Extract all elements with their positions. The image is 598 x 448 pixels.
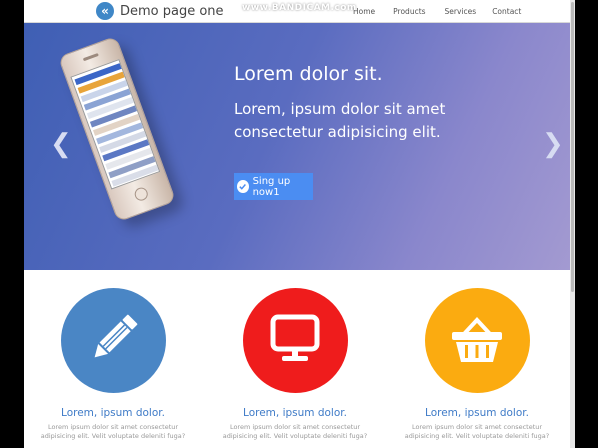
hero-carousel: ❮ ❯ Lorem dolor sit. Lorem, ipsum dolor … bbox=[24, 23, 570, 270]
phone-screen bbox=[70, 59, 161, 190]
features-section: Lorem, ipsum dolor. Lorem ipsum dolor si… bbox=[24, 270, 570, 448]
quote-logo-icon: « bbox=[96, 2, 114, 20]
phone-home-button bbox=[132, 185, 150, 203]
recorder-watermark: www.BANDICAM.com bbox=[242, 3, 357, 13]
signup-button[interactable]: Sing up now1 bbox=[234, 173, 313, 200]
feature-text: Lorem ipsum dolor sit amet consectetur a… bbox=[40, 423, 186, 440]
phone-speaker bbox=[82, 52, 99, 62]
feature-circle bbox=[424, 288, 530, 393]
nav-menu: Home Products Services Contact bbox=[353, 0, 521, 23]
feature-text: Lorem ipsum dolor sit amet consectetur a… bbox=[222, 423, 368, 440]
feature-title: Lorem, ipsum dolor. bbox=[425, 407, 529, 419]
basket-icon bbox=[448, 312, 506, 370]
feature-card: Lorem, ipsum dolor. Lorem ipsum dolor si… bbox=[215, 288, 375, 441]
nav-item-contact[interactable]: Contact bbox=[492, 7, 521, 16]
monitor-icon bbox=[267, 313, 323, 369]
feature-card: Lorem, ipsum dolor. Lorem ipsum dolor si… bbox=[33, 288, 193, 441]
feature-circle bbox=[242, 288, 348, 393]
feature-text: Lorem ipsum dolor sit amet consectetur a… bbox=[404, 423, 550, 440]
feature-circle bbox=[60, 288, 166, 393]
carousel-next-icon[interactable]: ❯ bbox=[542, 129, 564, 159]
signup-button-label: Sing up now1 bbox=[252, 175, 291, 198]
smartphone-image bbox=[57, 35, 177, 223]
feature-card: Lorem, ipsum dolor. Lorem ipsum dolor si… bbox=[397, 288, 557, 441]
carousel-prev-icon[interactable]: ❮ bbox=[50, 129, 72, 159]
nav-item-services[interactable]: Services bbox=[445, 7, 477, 16]
hero-subtitle: Lorem, ipsum dolor sit amet consectetur … bbox=[234, 100, 446, 141]
feature-title: Lorem, ipsum dolor. bbox=[243, 407, 347, 419]
feature-title: Lorem, ipsum dolor. bbox=[61, 407, 165, 419]
check-circle-icon bbox=[237, 180, 249, 193]
brand-name: Demo page one bbox=[120, 3, 224, 19]
hero-title: Lorem dolor sit. bbox=[234, 63, 383, 85]
brand[interactable]: « Demo page one bbox=[96, 1, 224, 21]
scrollbar-thumb[interactable] bbox=[571, 2, 574, 292]
browser-viewport: « Demo page one Home Products Services C… bbox=[0, 0, 598, 448]
web-page: « Demo page one Home Products Services C… bbox=[24, 0, 570, 448]
page-scrollbar[interactable] bbox=[570, 0, 575, 448]
pencil-icon bbox=[83, 309, 143, 373]
nav-item-products[interactable]: Products bbox=[393, 7, 425, 16]
